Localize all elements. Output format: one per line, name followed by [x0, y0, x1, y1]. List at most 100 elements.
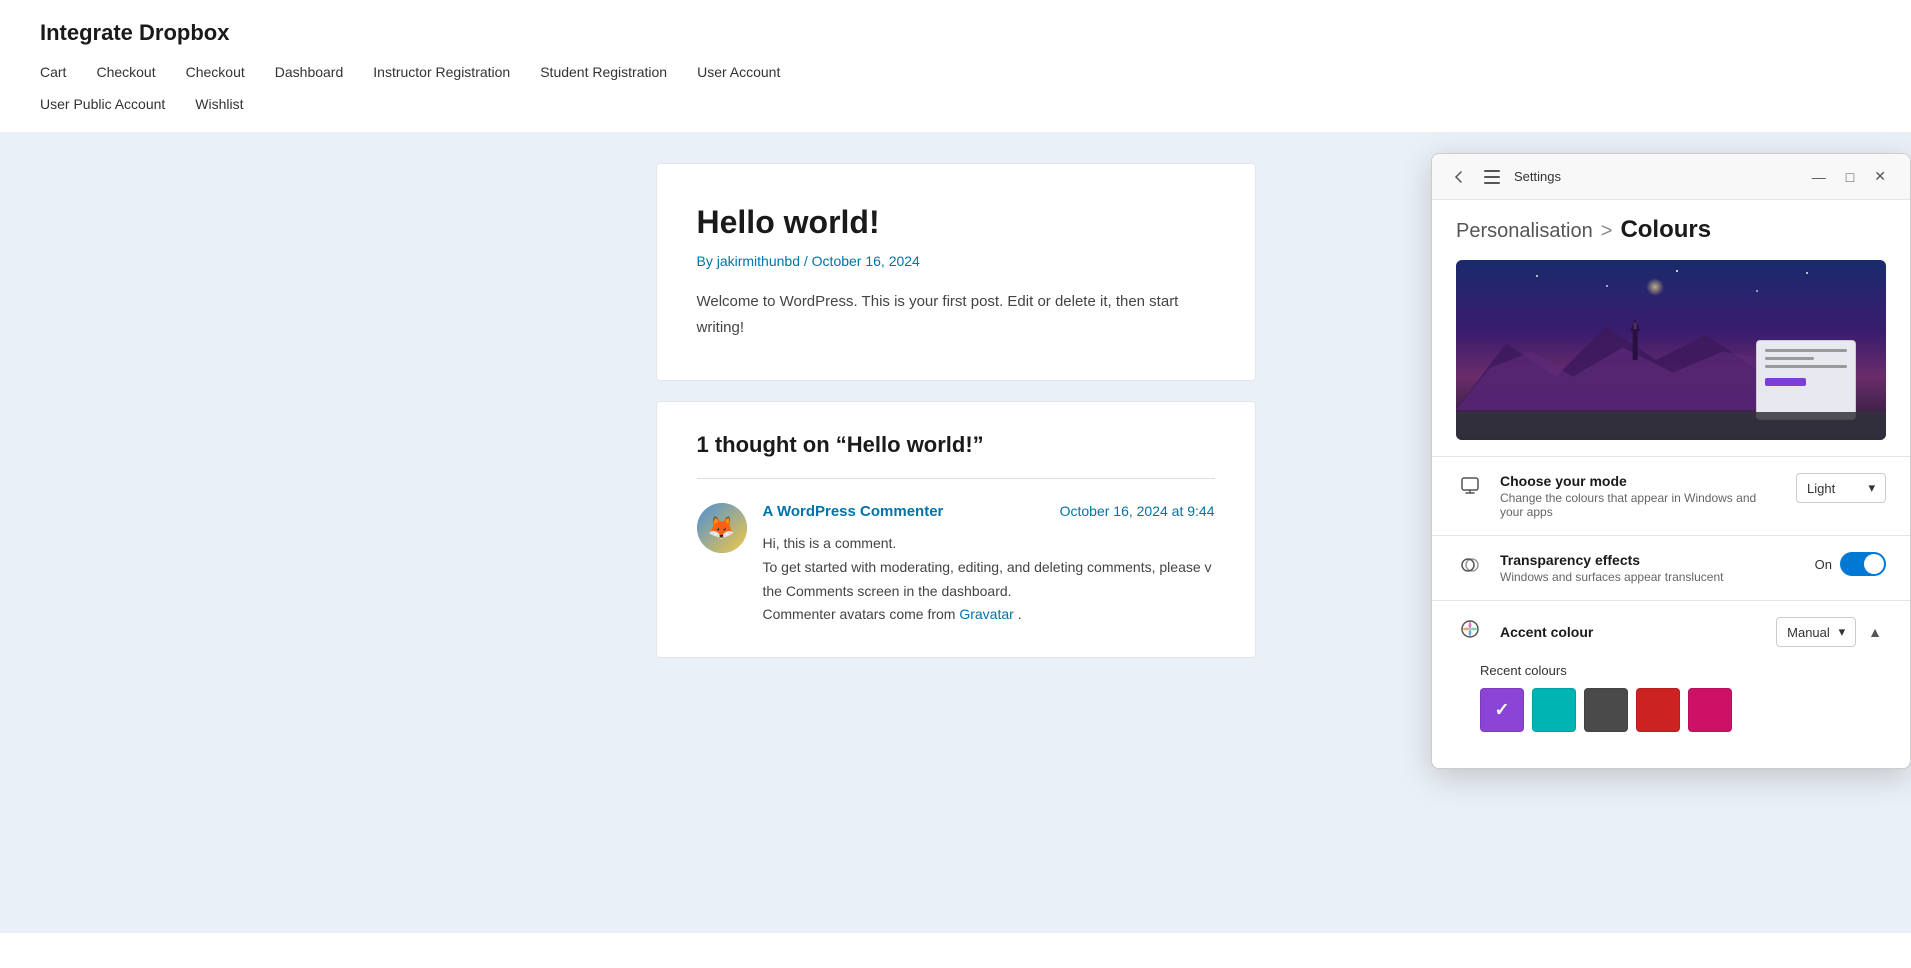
- nav-wishlist[interactable]: Wishlist: [195, 96, 243, 112]
- accent-dropdown[interactable]: Manual ▾: [1776, 617, 1856, 647]
- colour-swatch-3[interactable]: [1636, 688, 1680, 732]
- mode-desc: Change the colours that appear in Window…: [1500, 491, 1780, 519]
- wp-header: Integrate Dropbox Cart Checkout Checkout…: [0, 0, 1911, 133]
- close-button[interactable]: ✕: [1866, 164, 1894, 189]
- preview-line: [1765, 349, 1847, 352]
- preview-line: [1765, 365, 1847, 368]
- wp-main-column: Hello world! By jakirmithunbd / October …: [636, 163, 1276, 903]
- nav-dashboard[interactable]: Dashboard: [275, 64, 344, 80]
- nav-instructor-reg[interactable]: Instructor Registration: [373, 64, 510, 80]
- toggle-container: On: [1815, 552, 1886, 576]
- mode-dropdown-chevron: ▾: [1868, 480, 1875, 496]
- nav-student-reg[interactable]: Student Registration: [540, 64, 667, 80]
- comments-title: 1 thought on “Hello world!”: [697, 432, 1215, 458]
- nav-user-public-account[interactable]: User Public Account: [40, 96, 165, 112]
- wp-nav-row1: Cart Checkout Checkout Dashboard Instruc…: [40, 64, 1871, 80]
- maximize-button[interactable]: □: [1838, 164, 1862, 189]
- settings-titlebar: Settings — □ ✕: [1432, 154, 1910, 200]
- accent-controls: Manual ▾ ▲: [1776, 617, 1886, 647]
- comment-line1: Hi, this is a comment.: [763, 535, 897, 551]
- colour-swatch-1[interactable]: [1532, 688, 1576, 732]
- minimize-button[interactable]: —: [1804, 164, 1834, 189]
- transparency-title: Transparency effects: [1500, 552, 1799, 568]
- star: [1756, 290, 1758, 292]
- preview-lines: [1765, 349, 1847, 368]
- comment-line3: the Comments screen in the dashboard.: [763, 583, 1012, 599]
- accent-title-area: Accent colour: [1500, 624, 1760, 640]
- nav-checkout1[interactable]: Checkout: [96, 64, 155, 80]
- titlebar-controls: — □ ✕: [1804, 164, 1894, 189]
- star: [1606, 285, 1608, 287]
- nav-cart[interactable]: Cart: [40, 64, 66, 80]
- star: [1806, 272, 1808, 274]
- accent-value: Manual: [1787, 625, 1830, 640]
- mode-dropdown[interactable]: Light ▾: [1796, 473, 1886, 503]
- colour-swatch-2[interactable]: [1584, 688, 1628, 732]
- mode-title: Choose your mode: [1500, 473, 1780, 489]
- star: [1536, 275, 1538, 277]
- comment-header: A WordPress Commenter October 16, 2024 a…: [763, 503, 1215, 520]
- back-button[interactable]: [1448, 166, 1470, 188]
- avatar-image: 🦊: [697, 503, 747, 553]
- wp-nav-row2: User Public Account Wishlist: [40, 96, 1871, 112]
- commenter-name[interactable]: A WordPress Commenter: [763, 503, 944, 520]
- accent-section: Accent colour Manual ▾ ▲ Recent colours: [1432, 600, 1910, 768]
- comment-line2: To get started with moderating, editing,…: [763, 559, 1212, 575]
- accent-title: Accent colour: [1500, 624, 1760, 640]
- comment-line4: Commenter avatars come from: [763, 606, 956, 622]
- titlebar-title-text: Settings: [1514, 169, 1561, 184]
- transparency-section-content: Transparency effects Windows and surface…: [1500, 552, 1799, 584]
- comment-body: A WordPress Commenter October 16, 2024 a…: [763, 503, 1215, 627]
- mode-value: Light: [1807, 481, 1835, 496]
- window-preview: [1756, 340, 1856, 420]
- post-meta: By jakirmithunbd / October 16, 2024: [697, 253, 1215, 269]
- menu-button[interactable]: [1480, 166, 1504, 188]
- breadcrumb-separator: >: [1601, 220, 1613, 243]
- accent-icon: [1456, 618, 1484, 646]
- breadcrumb-current: Colours: [1620, 216, 1711, 244]
- post-title: Hello world!: [697, 204, 1215, 241]
- wallpaper-preview: [1456, 260, 1886, 440]
- recent-colours-section: Recent colours: [1456, 663, 1886, 752]
- mode-section-content: Choose your mode Change the colours that…: [1500, 473, 1780, 519]
- transparency-desc: Windows and surfaces appear translucent: [1500, 570, 1799, 584]
- transparency-section: Transparency effects Windows and surface…: [1432, 535, 1910, 600]
- colour-swatch-0[interactable]: [1480, 688, 1524, 732]
- comment-date: October 16, 2024 at 9:44: [1060, 503, 1215, 519]
- moon-glow: [1646, 278, 1664, 296]
- preview-accent: [1765, 378, 1806, 386]
- transparency-control: On: [1815, 552, 1886, 576]
- mode-icon: [1456, 475, 1484, 503]
- wp-comment: 🦊 A WordPress Commenter October 16, 2024…: [697, 503, 1215, 627]
- transparency-toggle[interactable]: [1840, 552, 1886, 576]
- recent-colours-title: Recent colours: [1480, 663, 1862, 678]
- nav-user-account[interactable]: User Account: [697, 64, 780, 80]
- accent-header: Accent colour Manual ▾ ▲: [1456, 617, 1886, 647]
- transparency-icon: [1456, 554, 1484, 582]
- site-logo: Integrate Dropbox: [40, 20, 1871, 46]
- preview-line: [1765, 357, 1814, 360]
- settings-breadcrumb: Personalisation > Colours: [1432, 200, 1910, 252]
- toggle-knob: [1864, 554, 1884, 574]
- comment-line4-end: .: [1018, 606, 1022, 622]
- mode-control: Light ▾: [1796, 473, 1886, 503]
- nav-checkout2[interactable]: Checkout: [186, 64, 245, 80]
- accent-dropdown-chevron: ▾: [1839, 624, 1846, 640]
- wp-comments-card: 1 thought on “Hello world!” 🦊 A WordPres…: [656, 401, 1256, 658]
- colour-swatches: [1480, 688, 1862, 732]
- breadcrumb-parent[interactable]: Personalisation: [1456, 220, 1593, 243]
- settings-window: Settings — □ ✕ Personalisation > Colours: [1431, 153, 1911, 769]
- comment-text: Hi, this is a comment. To get started wi…: [763, 532, 1215, 627]
- post-excerpt: Welcome to WordPress. This is your first…: [697, 289, 1215, 340]
- toggle-label: On: [1815, 557, 1832, 572]
- titlebar-left: Settings: [1448, 166, 1561, 188]
- gravatar-link[interactable]: Gravatar: [959, 606, 1013, 622]
- accent-expand-button[interactable]: ▲: [1864, 620, 1886, 644]
- wp-post-card: Hello world! By jakirmithunbd / October …: [656, 163, 1256, 381]
- avatar: 🦊: [697, 503, 747, 553]
- comments-divider: [697, 478, 1215, 479]
- taskbar-preview: [1456, 412, 1886, 440]
- star: [1676, 270, 1678, 272]
- colour-swatch-4[interactable]: [1688, 688, 1732, 732]
- choose-mode-section: Choose your mode Change the colours that…: [1432, 456, 1910, 535]
